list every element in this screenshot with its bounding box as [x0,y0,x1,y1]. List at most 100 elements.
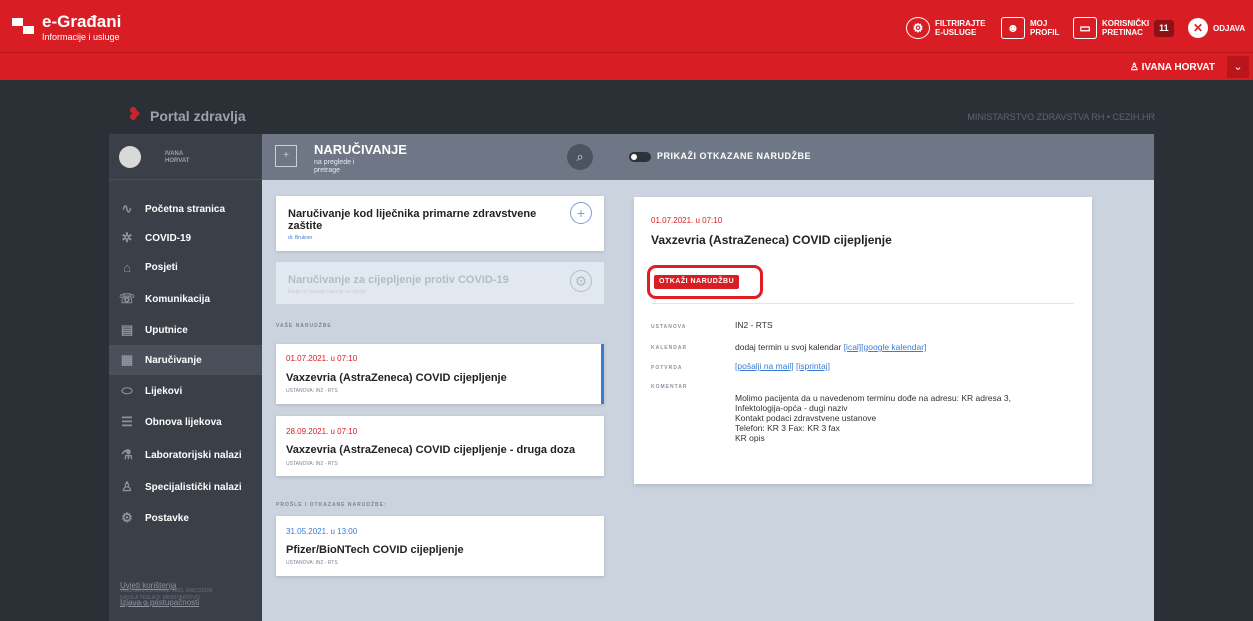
app-subtitle: Informacije i usluge [42,32,120,42]
lab-icon: ⚗ [121,447,133,462]
primary-care-title: Naručivanje kod liječnika primarne zdrav… [288,208,537,232]
top-bar: e-Građani Informacije i usluge ⚙ FILTRIR… [0,0,1253,52]
detail-title: Vaxzevria (AstraZeneca) COVID cijepljenj… [651,233,892,247]
house-icon: ⌂ [123,259,131,275]
sidebar-item-pocetna[interactable]: ∿ Početna stranica [109,194,262,224]
calendar-value: dodaj termin u svoj kalendar [ical][goog… [735,342,926,352]
inbox-count-badge: 11 [1154,19,1174,37]
version-info: VERZIJA 5.2.0 LIPANJ 2021. ERICSSON NIKO… [120,588,213,608]
covid-booking-card: Naručivanje za cijepljenje protiv COVID-… [276,262,604,304]
show-cancelled-label[interactable]: PRIKAŽI OTKAZANE NARUDŽBE [657,151,811,161]
google-calendar-link[interactable]: [google kalendar] [861,342,926,352]
past-bookings-label: PROŠLE I OTKAZANE NARUDŽBE: [276,502,387,508]
sidebar-item-specijalisticki[interactable]: ♙ Specijalistički nalazi [109,472,262,502]
sidebar-item-label: Obnova lijekova [145,416,222,428]
search-icon: ⌕ [576,149,584,164]
logout-button[interactable]: ✕ ODJAVA [1188,15,1245,41]
sidebar-item-komunikacija[interactable]: ☏ Komunikacija [109,284,262,314]
calendar-text: dodaj termin u svoj kalendar [735,342,842,352]
show-cancelled-toggle[interactable] [629,152,651,162]
profile-label-2: PROFIL [1030,28,1060,37]
appointment-title: Vaxzevria (AstraZeneca) COVID cijepljenj… [286,444,576,456]
egradani-logo-icon[interactable] [12,18,34,34]
cancel-booking-button[interactable]: OTKAŽI NARUDŽBU [654,275,740,289]
close-icon: ✕ [1188,18,1208,38]
sidebar-item-posjeti[interactable]: ⌂ Posjeti [109,252,262,282]
covid-booking-subtitle: Radje se morajte naručiti za mjesto [288,289,367,295]
appointment-card-selected[interactable]: 01.07.2021. u 07:10 Vaxzevria (AstraZene… [276,344,604,404]
past-appointment-card[interactable]: 31.05.2021. u 13:00 Pfizer/BioNTech COVI… [276,516,604,576]
virus-icon: ✲ [121,230,133,245]
comment-line: Molimo pacijenta da u navedenom terminu … [735,393,1011,403]
pill-icon: ⬭ [121,383,133,398]
profile-name: IVANA HORVAT [165,151,189,165]
print-link[interactable]: [isprintaj] [796,361,830,371]
filter-icon: ⚙ [906,17,930,39]
pulse-icon: ∿ [121,201,133,216]
user-bar: ♙ IVANA HORVAT ⌄ [0,52,1253,80]
sidebar: IVANA HORVAT ∿ Početna stranica ✲ COVID-19… [109,134,262,621]
send-mail-link[interactable]: [pošalji na mail] [735,361,794,371]
sidebar-item-postavke[interactable]: ⚙ Postavke [109,503,262,533]
my-bookings-label: VAŠE NARUDŽBE [276,323,332,329]
specialist-icon: ♙ [121,479,133,494]
appointment-date: 31.05.2021. u 13:00 [286,527,358,536]
chat-icon: ☏ [118,291,136,306]
logout-label: ODJAVA [1213,23,1246,33]
comment-line: Infektologija-opća - dugi naziv [735,403,848,413]
appointments-list: Naručivanje kod liječnika primarne zdrav… [262,180,607,621]
profile-label-1: MOJ [1030,19,1048,28]
ical-link[interactable]: [ical] [844,342,861,352]
sidebar-item-laboratorijski[interactable]: ⚗ Laboratorijski nalazi [109,440,262,470]
detail-header: PRIKAŽI OTKAZANE NARUDŽBE [607,134,1154,180]
sidebar-item-label: Uputnice [145,324,188,336]
appointment-detail-card: 01.07.2021. u 07:10 Vaxzevria (AstraZene… [634,197,1092,484]
appointment-institution: USTANOVA: IN2 - RTS [286,388,338,394]
avatar [119,146,141,168]
appointment-title: Vaxzevria (AstraZeneca) COVID cijepljenj… [286,372,507,384]
sidebar-item-label: Komunikacija [145,293,211,305]
doctor-name: dr. Brukner [288,235,313,241]
appointment-title: Pfizer/BioNTech COVID cijepljenje [286,544,464,556]
user-name: IVANA HORVAT [1141,62,1215,73]
virus-add-icon: ⚙ [570,270,592,292]
profile-first-name: IVANA [165,151,184,157]
appointment-institution: USTANOVA: IN2 - RTS [286,560,338,566]
inbox-button[interactable]: ▭ KORISNIČKI PRETINAC 11 [1073,15,1174,41]
ministry-link[interactable]: MINISTARSTVO ZDRAVSTVA RH • CEZIH.HR [967,112,1155,122]
search-button[interactable]: ⌕ [567,144,593,170]
appointment-card[interactable]: 28.09.2021. u 07:10 Vaxzevria (AstraZene… [276,416,604,476]
comment-label: KOMENTAR [651,384,688,390]
app-title[interactable]: e-Građani [42,12,121,32]
prescription-icon: ☰ [121,414,133,429]
filter-services-button[interactable]: ⚙ FILTRIRAJTE E-USLUGE [906,15,986,41]
profile-icon: ☻ [1001,17,1025,39]
covid-booking-title: Naručivanje za cijepljenje protiv COVID-… [288,274,509,286]
sidebar-item-uputnice[interactable]: ▤ Uputnice [109,315,262,345]
sidebar-item-label: Početna stranica [145,203,226,215]
chevron-down-icon[interactable]: ⌄ [1227,56,1249,78]
filter-label-2: E-USLUGE [935,28,977,37]
portal-title[interactable]: Portal zdravlja [150,108,246,124]
divider [651,303,1074,304]
sidebar-item-label: COVID-19 [145,232,192,244]
selected-indicator [601,344,604,404]
comment-line: Telefon: KR 3 Fax: KR 3 fax [735,423,840,433]
institution-value: IN2 - RTS [735,320,773,330]
narucivanje-header: + NARUČIVANJE na preglede i pretrage ⌕ [262,134,607,180]
add-circle-icon[interactable]: + [570,202,592,224]
comment-line: KR opis [735,433,765,443]
inbox-label-1: KORISNIČKI [1102,19,1150,28]
sidebar-item-covid[interactable]: ✲ COVID-19 [109,223,262,253]
my-profile-button[interactable]: ☻ MOJ PROFIL [1001,15,1059,41]
user-menu[interactable]: ♙ IVANA HORVAT [1130,62,1215,73]
appointment-date: 28.09.2021. u 07:10 [286,427,358,436]
gear-icon: ⚙ [121,510,133,525]
portal-logo-icon: ❥ [127,104,143,124]
sidebar-item-obnova-lijekova[interactable]: ☰ Obnova lijekova [109,407,262,437]
sidebar-profile[interactable]: IVANA HORVAT [109,134,262,180]
sidebar-item-narucivanje[interactable]: ▦ Naručivanje [109,345,262,375]
appointment-date: 01.07.2021. u 07:10 [286,354,358,363]
primary-care-booking-card[interactable]: Naručivanje kod liječnika primarne zdrav… [276,196,604,251]
sidebar-item-lijekovi[interactable]: ⬭ Lijekovi [109,376,262,406]
